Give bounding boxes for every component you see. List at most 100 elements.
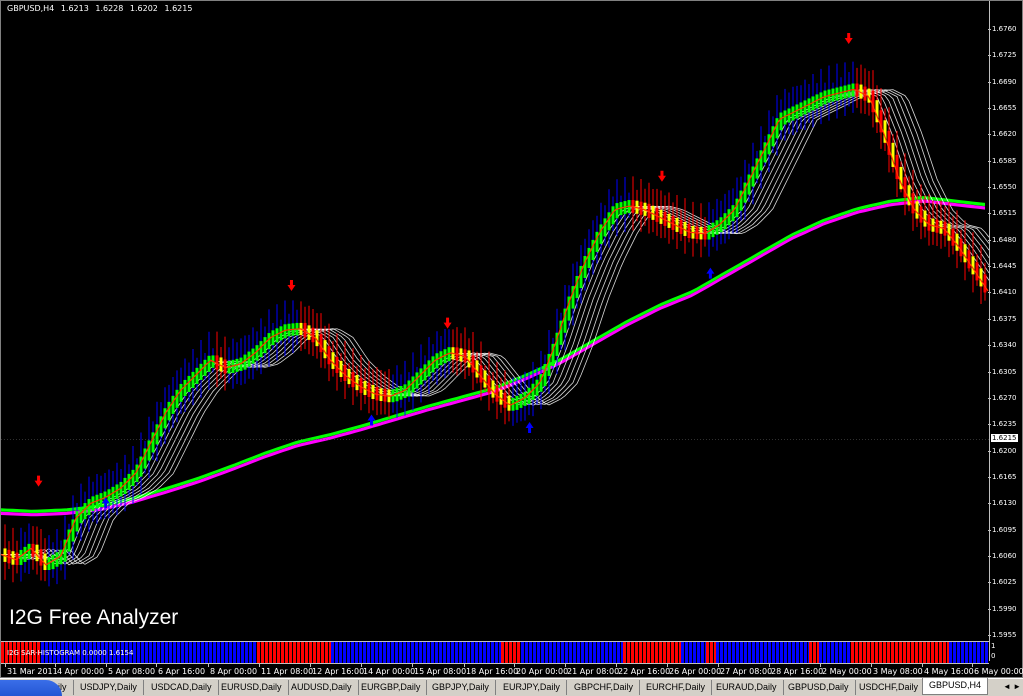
histogram-bar (863, 642, 866, 663)
tab-scroll-arrows-icon[interactable]: ◄ ► (1003, 682, 1021, 691)
histogram-bar (752, 642, 755, 663)
histogram-bar (923, 642, 926, 663)
histogram-bar (277, 642, 280, 663)
candle-body (967, 250, 971, 269)
candle-body (615, 203, 619, 219)
histogram-bar (716, 642, 719, 663)
histogram-bar (784, 642, 787, 663)
price-scale[interactable]: 1.6215 1.6760 1.6725 1.6690 1.6655 1.6620 1.6… (988, 1, 1023, 661)
price-chart-svg (1, 33, 989, 587)
candle-body (35, 544, 39, 562)
candle-body (339, 360, 343, 377)
histogram-bar (501, 642, 504, 663)
histogram-bar (463, 642, 466, 663)
chart-tab[interactable]: GBPJPY,Daily (426, 680, 496, 695)
histogram-bar (399, 642, 402, 663)
time-label: 4 May 16:00 (922, 664, 974, 676)
chart-tab[interactable]: EURJPY,Daily (497, 680, 567, 695)
buy-arrow-icon (706, 267, 715, 279)
histogram-bar (809, 642, 812, 663)
chart-tab[interactable]: USDCAD,Daily (145, 680, 219, 695)
candle-body (39, 549, 43, 566)
price-chart[interactable]: GBPUSD,H4 1.6213 1.6228 1.6202 1.6215 I2… (1, 1, 989, 639)
price-tick: 1.6235 (988, 420, 1017, 429)
histogram-bar (689, 642, 692, 663)
chart-tab[interactable]: USDCHF,Daily (853, 680, 926, 695)
watermark-text: I2G Free Analyzer (9, 606, 179, 629)
histogram-bar (871, 642, 874, 663)
indicator-subwindow[interactable]: I2G SAR-HISTOGRAM 0.0000 1.6154 (1, 641, 989, 663)
candle-body (27, 543, 31, 559)
histogram-bar (557, 642, 560, 663)
histogram-bar (710, 642, 713, 663)
candle-body (955, 233, 959, 251)
histogram-bar (875, 642, 878, 663)
histogram-bar (859, 642, 862, 663)
candle-body (203, 359, 207, 376)
histogram-bar (375, 642, 378, 663)
chart-tab[interactable]: GBPCHF,Daily (568, 680, 641, 695)
price-tick: 1.5955 (988, 631, 1017, 639)
time-axis[interactable]: 31 Mar 2011 4 Apr 00:00 5 Apr 08:00 6 Apr 1… (1, 663, 1023, 679)
histogram-bar (533, 642, 536, 663)
histogram-bar (744, 642, 747, 663)
histogram-bar (229, 642, 232, 663)
histogram-bar (623, 642, 626, 663)
chart-window[interactable]: GBPUSD,H4 1.6213 1.6228 1.6202 1.6215 I2… (0, 0, 1023, 678)
histogram-bar (521, 642, 524, 663)
histogram-bar (931, 642, 934, 663)
histogram-bar (347, 642, 350, 663)
histogram-bar (495, 642, 498, 663)
histogram-bar (541, 642, 544, 663)
candle-body (495, 385, 499, 402)
chart-tab[interactable]: EURCHF,Daily (640, 680, 713, 695)
histogram-bar (513, 642, 516, 663)
price-tick: 1.6585 (988, 156, 1017, 165)
chart-tab[interactable]: USDJPY,Daily (74, 680, 144, 695)
price-tick: 1.6690 (988, 77, 1017, 86)
histogram-bar (451, 642, 454, 663)
candle-body (331, 352, 335, 369)
candle-body (431, 356, 435, 373)
chart-tab[interactable]: GBPUSD,Daily (782, 680, 856, 695)
time-label: 22 Apr 16:00 (615, 664, 671, 676)
candle-body (983, 274, 987, 293)
histogram-bar (415, 642, 418, 663)
histogram-bar (205, 642, 208, 663)
histogram-bar (253, 642, 256, 663)
candle-body (491, 380, 495, 398)
histogram-bar (589, 642, 592, 663)
histogram-bar (561, 642, 564, 663)
candle-body (535, 379, 539, 396)
chart-tab[interactable]: GBPUSD,H4 (922, 678, 989, 695)
histogram-bar (165, 642, 168, 663)
time-label: 31 Mar 2011 (5, 664, 58, 676)
histogram-bar (351, 642, 354, 663)
histogram-bar (141, 642, 144, 663)
histogram-bar (293, 642, 296, 663)
histogram-bar (379, 642, 382, 663)
histogram-bar (173, 642, 176, 663)
histogram-svg (1, 642, 988, 663)
time-label: 4 Apr 00:00 (54, 664, 105, 676)
chart-tab[interactable]: EURAUD,Daily (710, 680, 784, 695)
chart-tab[interactable]: EURGBP,Daily (355, 680, 428, 695)
candle-body (975, 262, 979, 281)
chart-tab[interactable]: EURUSD,Daily (215, 680, 289, 695)
candle-body (123, 477, 127, 494)
chart-tab[interactable]: AUDUSD,Daily (285, 680, 359, 695)
histogram-bar (643, 642, 646, 663)
price-tick: 1.6480 (988, 235, 1017, 244)
chart-open: 1.6213 (60, 4, 89, 13)
histogram-bar (935, 642, 938, 663)
histogram-bar (843, 642, 846, 663)
candle-body (131, 469, 135, 486)
time-label: 18 Apr 16:00 (463, 664, 519, 676)
histogram-bar (553, 642, 556, 663)
histogram-bar (601, 642, 604, 663)
price-tick: 1.6410 (988, 288, 1017, 297)
histogram-bar (509, 642, 512, 663)
time-label: 20 Apr 00:00 (513, 664, 569, 676)
histogram-bar (736, 642, 739, 663)
candle-body (919, 206, 923, 223)
